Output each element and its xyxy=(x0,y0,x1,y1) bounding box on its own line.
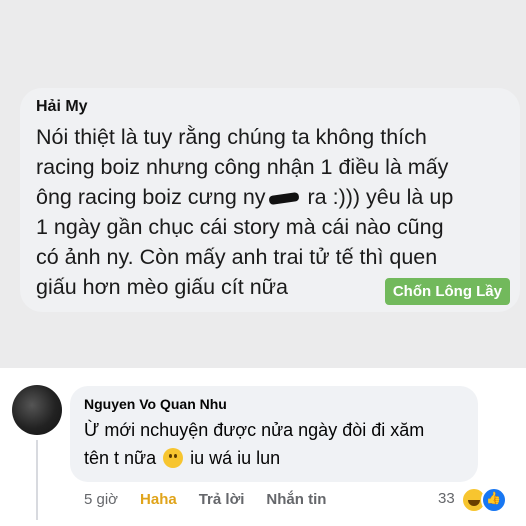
comment-actions: 5 giờ Haha Trả lời Nhắn tin xyxy=(84,491,326,511)
commenter-avatar[interactable] xyxy=(12,385,62,435)
haha-reaction-button[interactable]: Haha xyxy=(140,491,177,511)
message-button[interactable]: Nhắn tin xyxy=(266,491,326,511)
smiling-face-icon xyxy=(163,448,184,468)
reply-button[interactable]: Trả lời xyxy=(199,491,245,511)
reply-thread-line xyxy=(36,440,38,520)
comment-text-part2: iu wá iu lun xyxy=(190,448,281,468)
post-author-name: Hải My xyxy=(36,98,88,115)
reaction-count[interactable]: 33 xyxy=(438,490,455,507)
comment-timestamp[interactable]: 5 giờ xyxy=(84,491,118,511)
comment-author-name[interactable]: Nguyen Vo Quan Nhu xyxy=(84,396,227,412)
like-icon[interactable] xyxy=(481,487,507,513)
comment-bubble: Nguyen Vo Quan Nhu Ừ mới nchuyện được nử… xyxy=(70,386,478,482)
comment-text: Ừ mới nchuyện được nửa ngày đòi đi xăm t… xyxy=(84,416,464,472)
watermark-badge: Chốn Lông Lầy xyxy=(384,278,510,305)
redaction-mark xyxy=(268,191,300,205)
post-text: Nói thiệt là tuy rằng chúng ta không thí… xyxy=(36,122,506,302)
post-card: Hải My Nói thiệt là tuy rằng chúng ta kh… xyxy=(20,88,520,312)
